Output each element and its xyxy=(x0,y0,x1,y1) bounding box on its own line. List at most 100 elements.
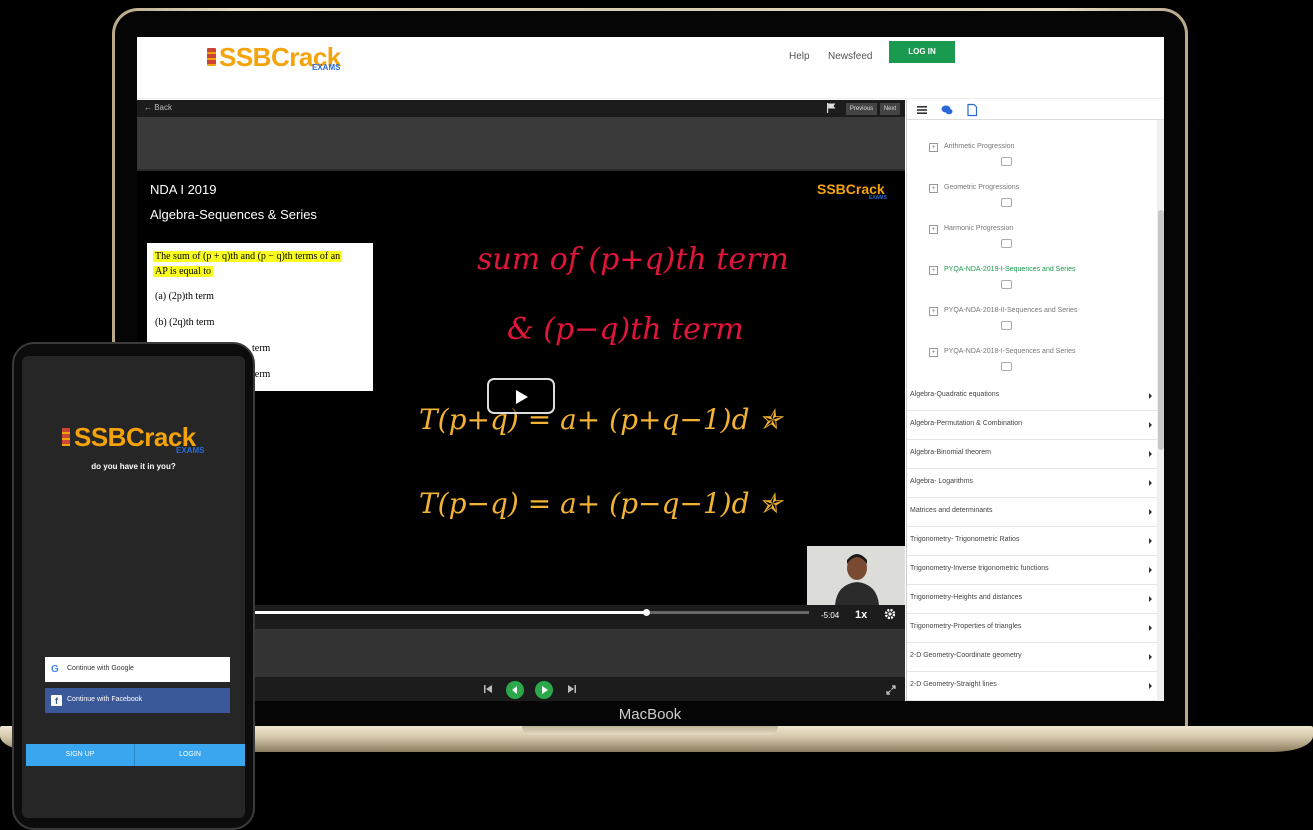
play-icon xyxy=(542,686,548,694)
video-badge-icon xyxy=(1001,198,1012,207)
play-pause-button[interactable] xyxy=(535,681,553,699)
phone-tagline: do you have it in you? xyxy=(91,462,176,471)
category-label: Trigonometry-Properties of triangles xyxy=(910,623,1022,630)
board-line-1: sum of (p+q)th term xyxy=(477,242,789,277)
video-badge-icon xyxy=(1001,280,1012,289)
video-badge-icon xyxy=(1001,239,1012,248)
lesson-label: Harmonic Progression xyxy=(944,225,1014,232)
lesson-item[interactable]: + PYQA-NDA-2018-II-Sequences and Series xyxy=(929,305,1149,346)
phone-login-button[interactable]: LOGIN xyxy=(135,744,245,766)
category-item[interactable]: Matrices and determinants xyxy=(907,498,1157,527)
category-item[interactable]: 2-D Geometry-Straight lines xyxy=(907,672,1157,701)
category-item[interactable]: Algebra- Logarithms xyxy=(907,469,1157,498)
expand-icon[interactable]: + xyxy=(929,307,938,316)
chevron-right-icon xyxy=(1149,654,1152,660)
nav-help-link[interactable]: Help xyxy=(789,51,810,62)
progress-fill xyxy=(227,611,647,614)
category-item[interactable]: Trigonometry-Inverse trigonometric funct… xyxy=(907,556,1157,585)
phone-auth-bar: SIGN UP LOGIN xyxy=(26,744,245,766)
progress-bar[interactable] xyxy=(227,609,809,616)
flag-icon[interactable] xyxy=(827,103,836,113)
chat-icon[interactable] xyxy=(940,103,954,117)
lesson-label: PYQA-NDA-2018-I-Sequences and Series xyxy=(944,348,1076,355)
google-icon: G xyxy=(51,664,59,675)
instructor-camera xyxy=(807,546,905,605)
category-label: 2-D Geometry-Straight lines xyxy=(910,681,997,688)
nav-newsfeed-link[interactable]: Newsfeed xyxy=(828,51,872,62)
previous-button[interactable]: Previous xyxy=(846,103,877,115)
document-icon[interactable] xyxy=(965,103,979,117)
category-item[interactable]: Trigonometry- Trigonometric Ratios xyxy=(907,527,1157,556)
skip-forward-icon[interactable] xyxy=(567,684,577,694)
header-login-button[interactable]: LOG IN xyxy=(889,41,955,63)
board-line-4: T(p−q) = a+ (p−q−1)d ✯ xyxy=(419,487,784,520)
category-item[interactable]: Algebra-Permutation & Combination xyxy=(907,411,1157,440)
logo-mark-icon xyxy=(207,48,216,66)
rewind-button[interactable] xyxy=(506,681,524,699)
gear-icon[interactable] xyxy=(884,608,896,620)
list-icon[interactable] xyxy=(915,103,929,117)
expand-icon[interactable]: + xyxy=(929,143,938,152)
next-button[interactable]: Next xyxy=(880,103,900,115)
continue-with-google-button[interactable]: G Continue with Google xyxy=(45,657,230,682)
facebook-button-label: Continue with Facebook xyxy=(67,696,143,703)
expand-icon[interactable]: + xyxy=(929,184,938,193)
expand-icon[interactable]: + xyxy=(929,348,938,357)
chevron-right-icon xyxy=(1149,567,1152,573)
playback-speed-button[interactable]: 1x xyxy=(855,609,867,621)
video-badge-icon xyxy=(1001,321,1012,330)
play-overlay-button[interactable] xyxy=(487,378,555,414)
board-line-3: T(p+q) = a+ (p+q−1)d ✯ xyxy=(419,403,784,436)
category-label: Algebra-Binomial theorem xyxy=(910,449,991,456)
laptop-brand-label: MacBook xyxy=(618,706,682,723)
chevron-right-icon xyxy=(1149,451,1152,457)
category-label: 2-D Geometry-Coordinate geometry xyxy=(910,652,1022,659)
category-label: Trigonometry-Inverse trigonometric funct… xyxy=(910,565,1049,572)
facebook-icon: f xyxy=(51,695,62,706)
category-label: Trigonometry- Trigonometric Ratios xyxy=(910,536,1020,543)
video-badge-icon xyxy=(1001,157,1012,166)
category-label: Trigonometry-Heights and distances xyxy=(910,594,1023,601)
expand-icon[interactable]: + xyxy=(929,266,938,275)
fullscreen-icon[interactable] xyxy=(886,685,896,695)
lesson-item[interactable]: + PYQA-NDA-2018-I-Sequences and Series xyxy=(929,346,1149,387)
lesson-item[interactable]: + Geometric Progressions xyxy=(929,182,1149,223)
laptop-screen: SSBCrack EXAMS Help Newsfeed LOG IN ← Ba… xyxy=(137,37,1164,701)
instructor-avatar xyxy=(807,546,905,605)
phone-screen: SSBCrack EXAMS do you have it in you? G … xyxy=(22,356,245,818)
chevron-right-icon xyxy=(1149,683,1152,689)
continue-with-facebook-button[interactable]: f Continue with Facebook xyxy=(45,688,230,713)
category-item[interactable]: Trigonometry-Heights and distances xyxy=(907,585,1157,614)
laptop-notch xyxy=(522,726,778,735)
chevron-right-icon xyxy=(1149,538,1152,544)
lesson-label: Geometric Progressions xyxy=(944,184,1020,191)
rewind-icon xyxy=(512,686,517,694)
sidebar-list: + Arithmetic Progression + Geometric Pro… xyxy=(907,120,1157,701)
chevron-right-icon xyxy=(1149,509,1152,515)
course-sidebar: + Arithmetic Progression + Geometric Pro… xyxy=(906,100,1164,701)
sidebar-tabs xyxy=(907,100,1164,120)
back-link[interactable]: ← Back xyxy=(144,103,172,112)
lesson-item-active[interactable]: + PYQA-NDA-2019-I-Sequences and Series xyxy=(929,264,1149,305)
player-top-area xyxy=(137,117,905,169)
category-label: Algebra-Quadratic equations xyxy=(910,391,1000,398)
sidebar-scrollbar-thumb[interactable] xyxy=(1158,210,1164,450)
lesson-item[interactable]: + Harmonic Progression xyxy=(929,223,1149,264)
category-item[interactable]: Algebra-Quadratic equations xyxy=(907,382,1157,411)
lesson-item[interactable]: + Arithmetic Progression xyxy=(929,141,1149,182)
lesson-label: PYQA-NDA-2018-II-Sequences and Series xyxy=(944,307,1078,314)
category-item[interactable]: Trigonometry-Properties of triangles xyxy=(907,614,1157,643)
phone-device: SSBCrack EXAMS do you have it in you? G … xyxy=(12,342,255,830)
category-item[interactable]: Algebra-Binomial theorem xyxy=(907,440,1157,469)
time-remaining: -5:04 xyxy=(821,611,840,620)
signup-button[interactable]: SIGN UP xyxy=(26,744,135,766)
skip-back-icon[interactable] xyxy=(483,684,493,694)
category-item[interactable]: 2-D Geometry-Coordinate geometry xyxy=(907,643,1157,672)
chevron-right-icon xyxy=(1149,596,1152,602)
google-button-label: Continue with Google xyxy=(67,665,134,672)
progress-knob[interactable] xyxy=(643,609,651,616)
expand-icon[interactable]: + xyxy=(929,225,938,234)
site-header: SSBCrack EXAMS Help Newsfeed LOG IN xyxy=(137,37,1164,99)
category-label: Algebra- Logarithms xyxy=(910,478,974,485)
sidebar-scrollbar[interactable] xyxy=(1157,120,1164,701)
